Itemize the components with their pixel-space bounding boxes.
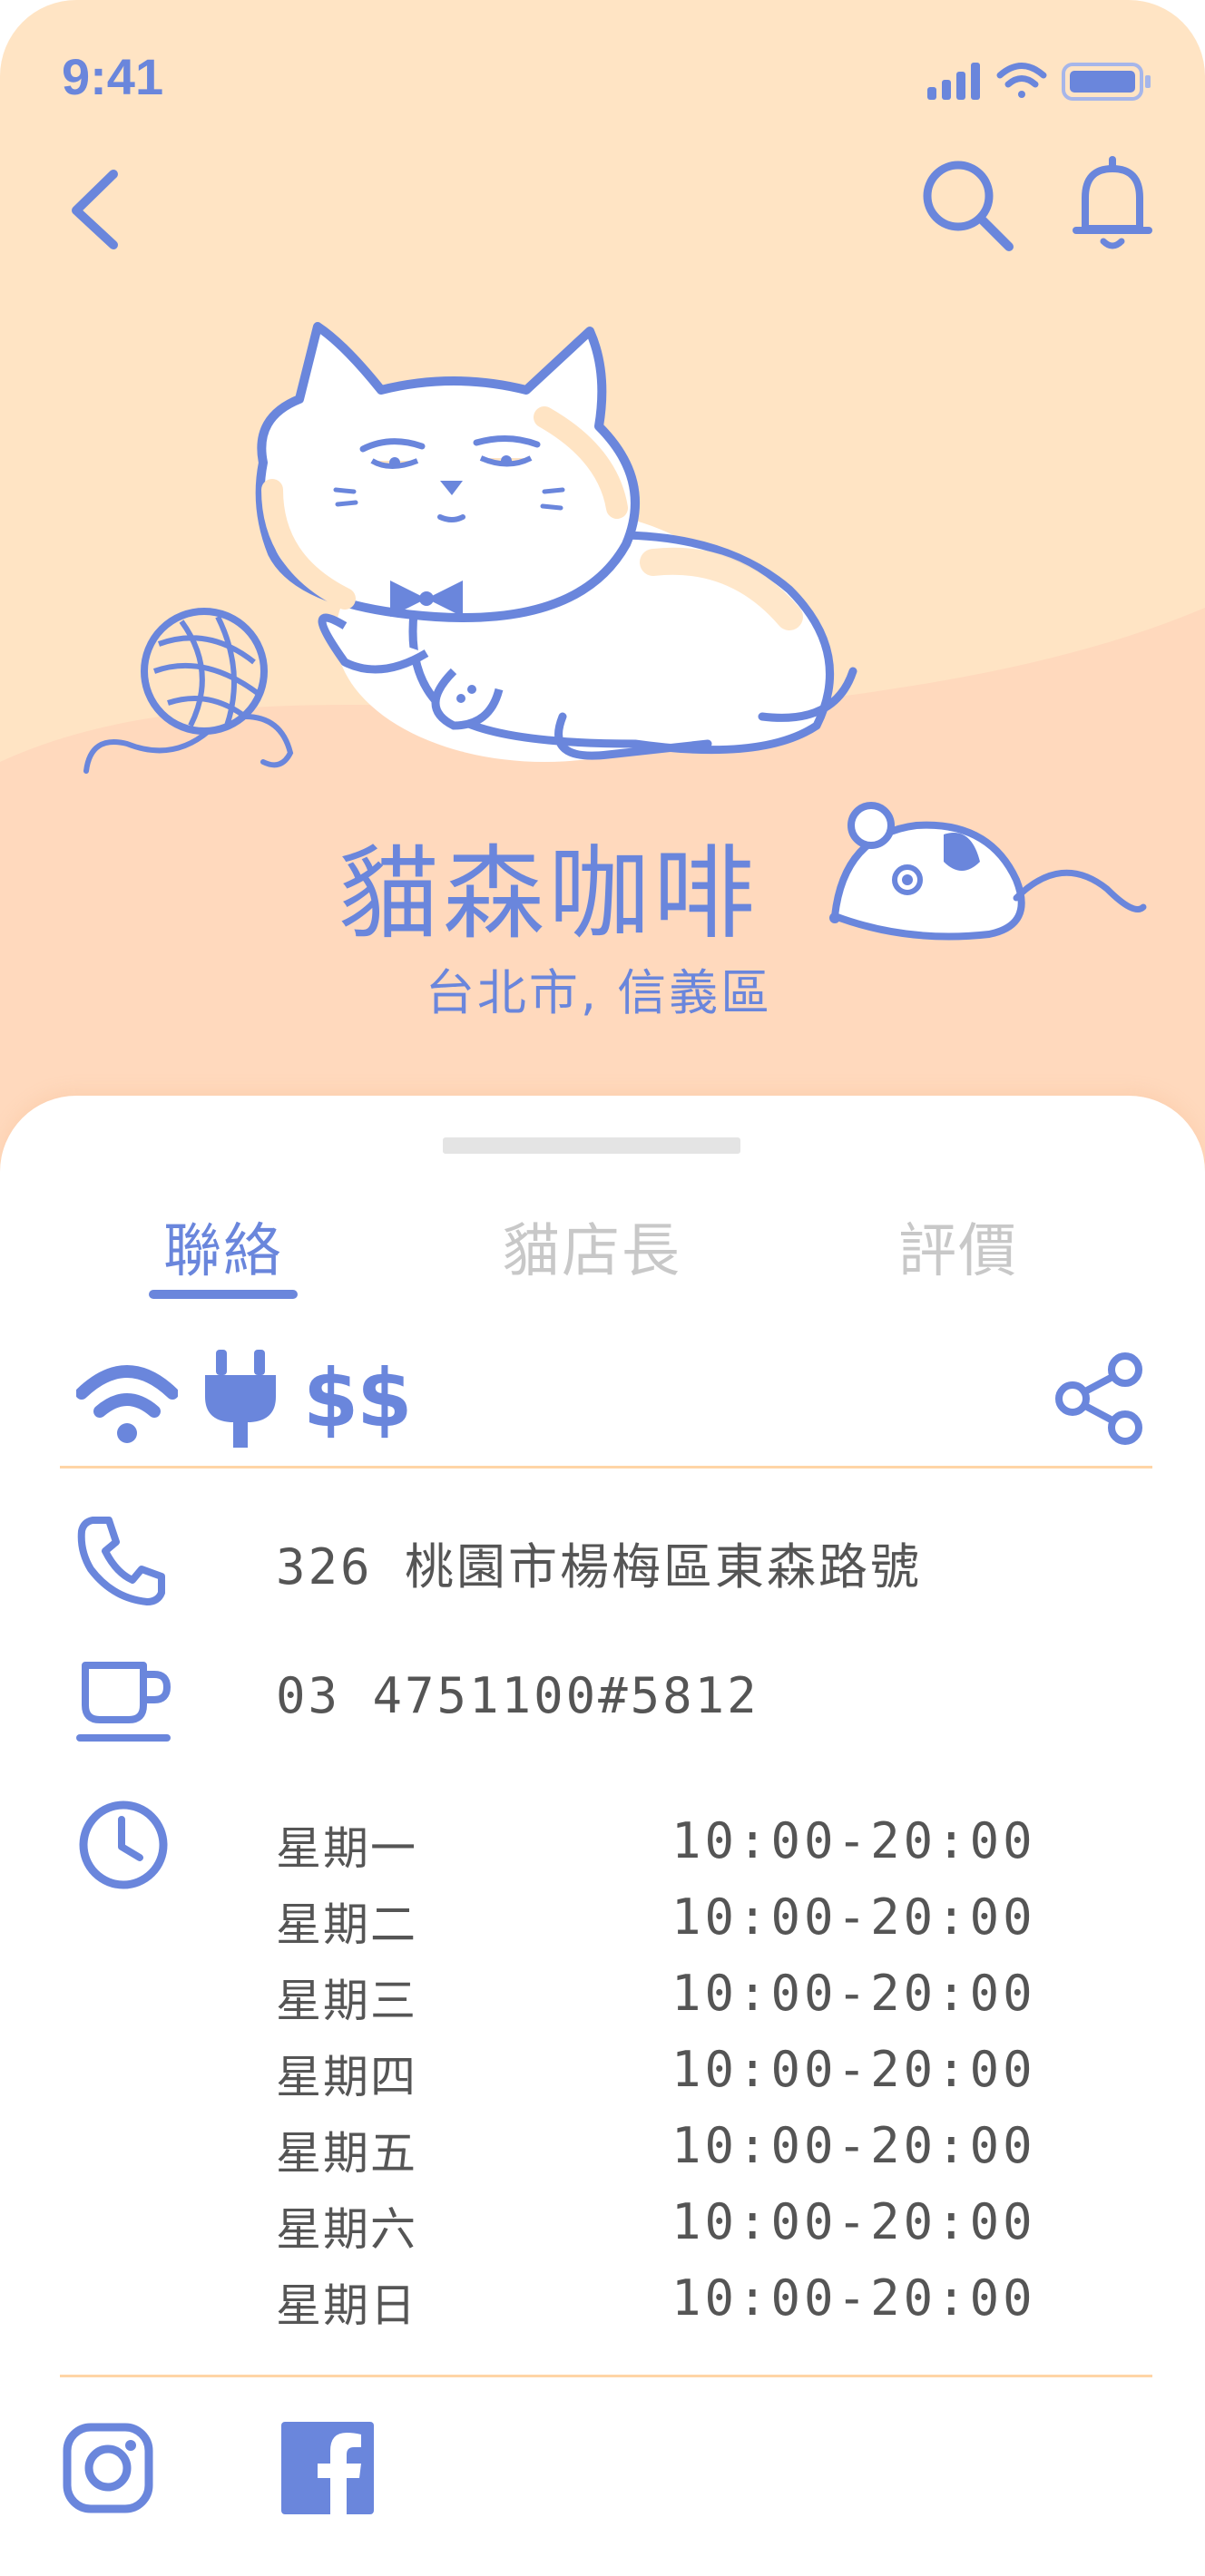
hours-row: 星期六 10:00-20:00: [276, 2193, 1092, 2269]
phone-icon[interactable]: [76, 1515, 167, 1605]
hours-row: 星期二 10:00-20:00: [276, 1888, 1092, 1965]
hours-divider: [60, 2375, 1152, 2377]
clock-icon: [79, 1800, 168, 1889]
price-level: $$: [303, 1351, 412, 1445]
bell-icon[interactable]: [1071, 152, 1154, 254]
shop-detail-screen: 9:41 貓森咖啡 台北市, 信義區 聯絡 貓店長 評價 $$ 326 桃園市楊…: [0, 0, 1205, 2576]
hours-time: 10:00-20:00: [671, 2269, 1036, 2327]
yarn-ball-illustration: [83, 608, 294, 774]
battery-icon: [1062, 63, 1151, 101]
hours-day: 星期一: [276, 1822, 417, 1875]
back-arrow-icon[interactable]: [64, 163, 127, 254]
hours-time: 10:00-20:00: [671, 2117, 1036, 2174]
hours-time: 10:00-20:00: [671, 1812, 1036, 1869]
shop-name: 貓森咖啡: [338, 835, 759, 953]
wifi-icon: [996, 63, 1047, 98]
hours-row: 星期四 10:00-20:00: [276, 2041, 1092, 2117]
hours-time: 10:00-20:00: [671, 2041, 1036, 2098]
cat-illustration: [255, 322, 857, 762]
signal-icon: [927, 63, 980, 100]
coffee-cup-icon: [76, 1662, 171, 1742]
tab-contact[interactable]: 聯絡: [149, 1205, 298, 1288]
hours-day: 星期二: [276, 1898, 417, 1951]
wifi-icon: [76, 1365, 178, 1443]
sheet-drag-handle[interactable]: [443, 1137, 740, 1154]
hours-row: 星期五 10:00-20:00: [276, 2117, 1092, 2193]
status-time: 9:41: [62, 48, 164, 105]
search-icon[interactable]: [916, 154, 1016, 254]
status-icons: [927, 63, 1151, 101]
tab-reviews[interactable]: 評價: [884, 1205, 1033, 1288]
facebook-icon[interactable]: [281, 2422, 374, 2514]
hours-time: 10:00-20:00: [671, 2193, 1036, 2250]
shop-location: 台北市, 信義區: [425, 964, 773, 1021]
tab-cat-manager[interactable]: 貓店長: [472, 1205, 711, 1288]
hours-row: 星期一 10:00-20:00: [276, 1812, 1092, 1888]
amenities-divider: [60, 1466, 1152, 1469]
hours-day: 星期六: [276, 2203, 417, 2256]
hours-time: 10:00-20:00: [671, 1965, 1036, 2022]
hours-time: 10:00-20:00: [671, 1888, 1036, 1946]
hours-row: 星期三 10:00-20:00: [276, 1965, 1092, 2041]
detail-sheet: 聯絡 貓店長 評價 $$ 326 桃園市楊梅區東森路號 03 4751100#5…: [0, 1096, 1205, 2576]
hours-day: 星期五: [276, 2127, 417, 2180]
instagram-icon[interactable]: [62, 2422, 154, 2514]
hours-day: 星期日: [276, 2279, 417, 2332]
hours-row: 星期日 10:00-20:00: [276, 2269, 1092, 2346]
address-text: 326 桃園市楊梅區東森路號: [276, 1538, 923, 1595]
hours-day: 星期四: [276, 2051, 417, 2103]
power-plug-icon: [205, 1350, 276, 1448]
hours-day: 星期三: [276, 1975, 417, 2027]
share-icon[interactable]: [1053, 1351, 1147, 1446]
active-tab-indicator: [149, 1290, 298, 1299]
phone-number[interactable]: 03 4751100#5812: [276, 1667, 759, 1724]
